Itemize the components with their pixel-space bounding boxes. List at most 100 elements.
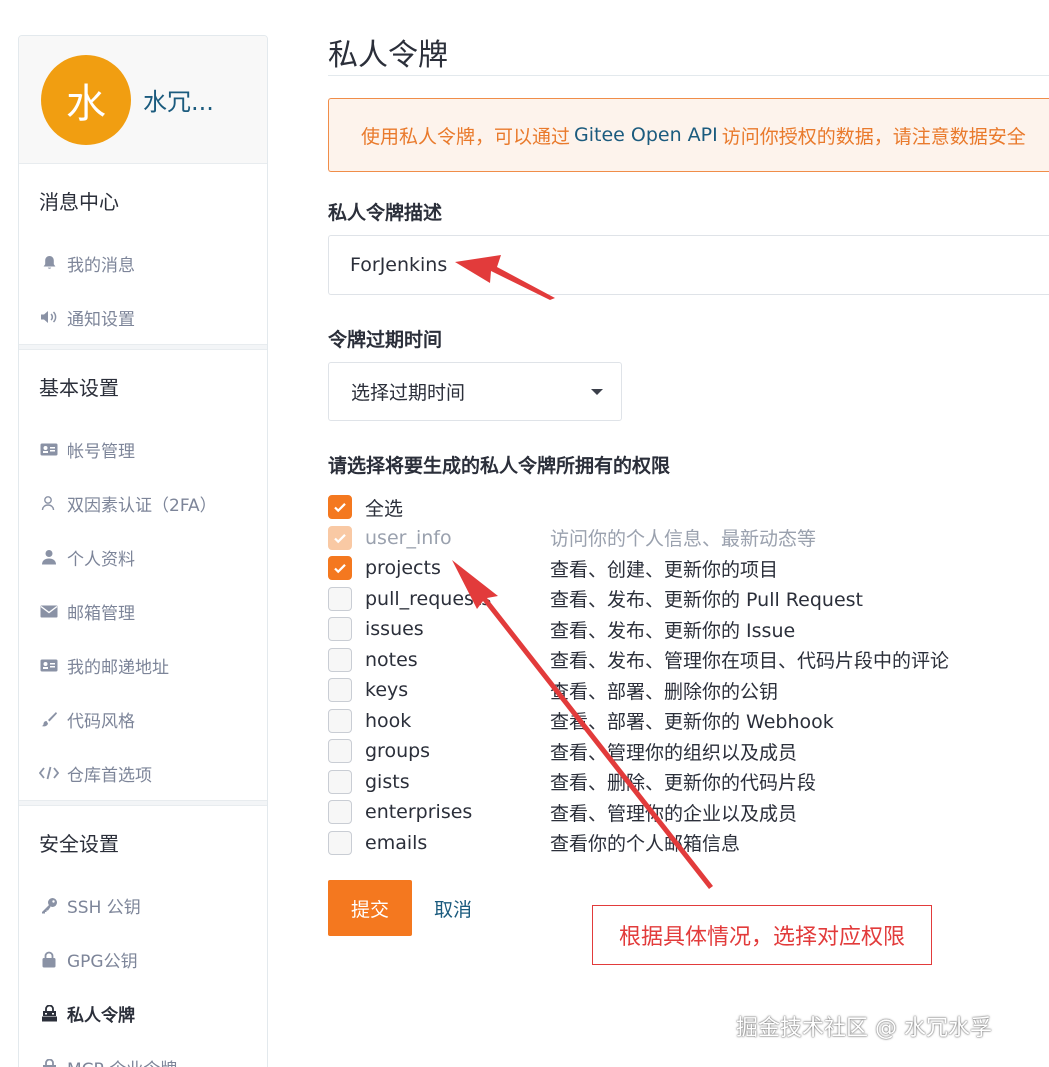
permission-name: issues <box>365 618 424 641</box>
permission-checkbox[interactable] <box>328 678 352 703</box>
notice-api-link[interactable]: Gitee Open API <box>574 124 718 146</box>
submit-button[interactable]: 提交 <box>328 880 412 936</box>
sidebar-item-label: SSH 公钥 <box>67 897 141 918</box>
sidebar-item-my-messages[interactable]: 我的消息 <box>19 236 267 290</box>
permission-checkbox[interactable] <box>328 586 352 611</box>
permission-name: hook <box>365 709 412 732</box>
permission-name: enterprises <box>365 801 473 824</box>
permission-checkbox <box>328 525 352 550</box>
username[interactable]: 水冗... <box>143 82 214 117</box>
permission-name: emails <box>365 831 428 854</box>
profile-header: 水 水冗... <box>19 36 267 164</box>
permission-row-notes[interactable]: notes 查看、发布、管理你在项目、代码片段中的评论 <box>328 645 1049 676</box>
permission-row-issues[interactable]: issues 查看、发布、更新你的 Issue <box>328 614 1049 645</box>
sidebar-item-label: 我的邮递地址 <box>67 657 169 678</box>
sidebar-item-label: 私人令牌 <box>67 1005 135 1026</box>
envelope-icon <box>39 605 59 618</box>
permission-name: 全选 <box>365 497 404 520</box>
sidebar-item-code-style[interactable]: 代码风格 <box>19 692 267 746</box>
sidebar-item-label: 个人资料 <box>67 549 135 570</box>
permission-desc: 查看你的个人邮箱信息 <box>550 833 741 856</box>
user-outline-icon <box>39 495 59 511</box>
sidebar-item-private-tokens[interactable]: 私人令牌 <box>19 986 267 1040</box>
permission-row-user-info: user_info 访问你的个人信息、最新动态等 <box>328 523 1049 554</box>
main-content: 私人令牌 使用私人令牌，可以通过 Gitee Open API 访问你授权的数据… <box>328 30 1049 936</box>
permission-desc: 查看、部署、更新你的 Webhook <box>550 711 834 734</box>
permission-desc: 查看、部署、删除你的公钥 <box>550 680 779 703</box>
sidebar-item-ssh-keys[interactable]: SSH 公钥 <box>19 878 267 932</box>
brush-icon <box>39 711 59 727</box>
lock-icon <box>39 951 59 968</box>
permission-checkbox[interactable] <box>328 708 352 733</box>
permission-checkbox[interactable] <box>328 739 352 764</box>
sidebar-item-profile[interactable]: 个人资料 <box>19 530 267 584</box>
permission-row-groups[interactable]: groups 查看、管理你的组织以及成员 <box>328 736 1049 767</box>
permission-row-enterprises[interactable]: enterprises 查看、管理你的企业以及成员 <box>328 797 1049 828</box>
address-card-icon <box>39 659 59 672</box>
group-title-messages: 消息中心 <box>39 189 119 214</box>
permission-row-select-all[interactable]: 全选 <box>328 492 1049 523</box>
sidebar-item-notify-settings[interactable]: 通知设置 <box>19 290 267 344</box>
select-all-checkbox[interactable] <box>328 495 352 520</box>
id-card-icon <box>39 443 59 456</box>
check-icon <box>334 503 346 513</box>
sidebar-item-label: 双因素认证（2FA） <box>67 495 217 516</box>
permission-desc: 查看、删除、更新你的代码片段 <box>550 772 817 795</box>
permission-checkbox[interactable] <box>328 617 352 642</box>
annotation-callout: 根据具体情况，选择对应权限 <box>592 905 932 965</box>
page-title: 私人令牌 <box>328 30 1049 76</box>
permission-checkbox[interactable] <box>328 556 352 581</box>
permission-name: user_info <box>365 526 452 549</box>
permission-desc: 查看、管理你的企业以及成员 <box>550 802 798 825</box>
sidebar-item-label: 通知设置 <box>67 309 135 330</box>
sidebar-item-2fa[interactable]: 双因素认证（2FA） <box>19 476 267 530</box>
permission-desc: 查看、管理你的组织以及成员 <box>550 741 798 764</box>
permission-row-emails[interactable]: emails 查看你的个人邮箱信息 <box>328 828 1049 859</box>
sidebar-item-address[interactable]: 我的邮递地址 <box>19 638 267 692</box>
sidebar-item-label: 帐号管理 <box>67 441 135 462</box>
permission-checkbox[interactable] <box>328 830 352 855</box>
check-icon <box>334 564 346 574</box>
permission-checkbox[interactable] <box>328 769 352 794</box>
sidebar-item-mcp-tokens[interactable]: MCP 企业令牌 <box>19 1040 267 1067</box>
permission-name: groups <box>365 740 431 763</box>
sidebar-item-label: GPG公钥 <box>67 951 138 972</box>
permission-desc: 查看、发布、更新你的 Issue <box>550 619 796 642</box>
permission-row-keys[interactable]: keys 查看、部署、删除你的公钥 <box>328 675 1049 706</box>
permissions-label: 请选择将要生成的私人令牌所拥有的权限 <box>328 455 671 477</box>
permission-desc: 查看、创建、更新你的项目 <box>550 558 779 581</box>
settings-sidebar: 水 水冗... 消息中心 我的消息 通知设置 基本设置 帐号管理 双因素认证（2… <box>18 35 268 1067</box>
sidebar-item-email[interactable]: 邮箱管理 <box>19 584 267 638</box>
group-title-security: 安全设置 <box>39 831 119 856</box>
token-description-label: 私人令牌描述 <box>328 202 443 224</box>
permission-name: keys <box>365 679 409 702</box>
permission-checkbox[interactable] <box>328 800 352 825</box>
permission-row-pull-requests[interactable]: pull_requests 查看、发布、更新你的 Pull Request <box>328 584 1049 615</box>
permission-row-projects[interactable]: projects 查看、创建、更新你的项目 <box>328 553 1049 584</box>
notice-suffix: 访问你授权的数据，请注意数据安全 <box>721 125 1026 148</box>
avatar[interactable]: 水 <box>41 54 131 145</box>
caret-down-icon <box>591 388 603 395</box>
permission-name: projects <box>365 557 441 580</box>
check-icon <box>334 533 346 544</box>
user-icon <box>39 549 59 565</box>
cancel-link[interactable]: 取消 <box>434 895 472 922</box>
bell-icon <box>39 255 59 271</box>
token-description-input[interactable]: ForJenkins <box>328 235 1049 295</box>
token-expire-label: 令牌过期时间 <box>328 329 443 351</box>
token-expire-selected: 选择过期时间 <box>351 382 466 404</box>
sidebar-item-gpg-keys[interactable]: GPG公钥 <box>19 932 267 986</box>
notice-prefix: 使用私人令牌，可以通过 <box>361 125 571 148</box>
token-icon <box>39 1004 59 1022</box>
sidebar-item-repo-prefs[interactable]: 仓库首选项 <box>19 746 267 800</box>
speaker-icon <box>39 310 59 324</box>
info-notice: 使用私人令牌，可以通过 Gitee Open API 访问你授权的数据，请注意数… <box>328 98 1049 172</box>
token-expire-select[interactable]: 选择过期时间 <box>328 362 622 421</box>
sidebar-item-account[interactable]: 帐号管理 <box>19 422 267 476</box>
permission-row-hook[interactable]: hook 查看、部署、更新你的 Webhook <box>328 706 1049 737</box>
key-icon <box>39 897 59 914</box>
watermark: 掘金技术社区 @ 水冗水孚 <box>736 1016 992 1041</box>
permission-checkbox[interactable] <box>328 647 352 672</box>
permission-row-gists[interactable]: gists 查看、删除、更新你的代码片段 <box>328 767 1049 798</box>
permission-list: 全选 user_info 访问你的个人信息、最新动态等 projects 查看、… <box>328 492 1049 858</box>
